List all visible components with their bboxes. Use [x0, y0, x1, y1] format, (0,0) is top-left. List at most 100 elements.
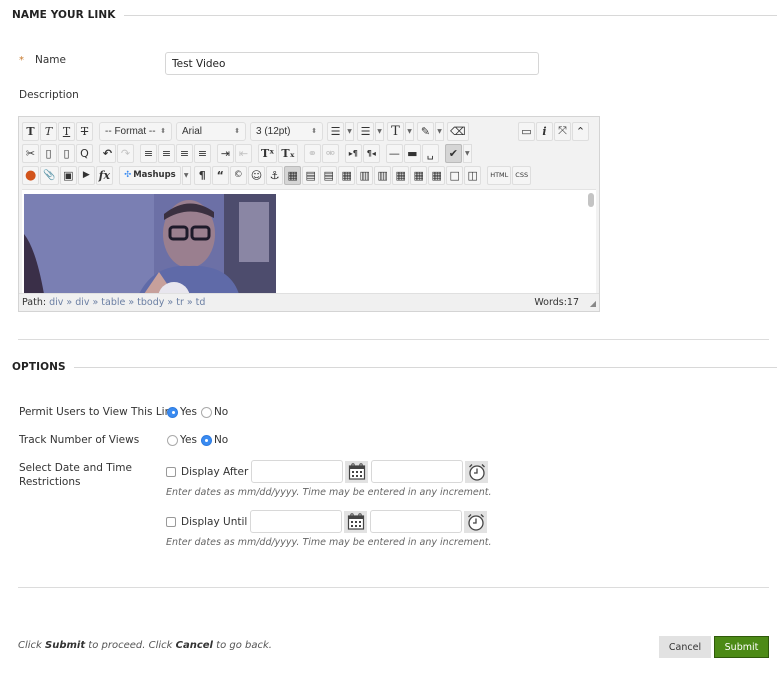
image-button[interactable]: ▣: [59, 165, 77, 185]
formula-button[interactable]: fx: [95, 165, 114, 185]
table-columns-button[interactable]: ◫: [464, 165, 482, 185]
radio-unselected[interactable]: [167, 434, 178, 446]
unlink-button[interactable]: ⚮: [321, 143, 339, 163]
table-col-after-button[interactable]: ▥: [374, 165, 392, 185]
display-until-checkbox[interactable]: [166, 516, 176, 527]
clock-button[interactable]: [464, 510, 488, 533]
eraser-button[interactable]: ⌫: [447, 121, 469, 141]
mashups-button[interactable]: ✣ Mashups: [119, 165, 181, 185]
text-color-dropdown[interactable]: ▼: [405, 121, 414, 141]
attach-button[interactable]: 📎: [40, 165, 59, 185]
table-cell-button[interactable]: □: [446, 165, 464, 185]
name-input[interactable]: [165, 52, 539, 75]
highlight-button[interactable]: ✎: [417, 121, 434, 141]
superscript-button[interactable]: Tˣ: [258, 143, 278, 163]
clock-button[interactable]: [465, 460, 489, 483]
ltr-button[interactable]: ▸¶: [344, 143, 362, 163]
collapse-button[interactable]: ⌃: [572, 121, 589, 141]
subscript-button[interactable]: Tₓ: [278, 143, 298, 163]
record-button[interactable]: ●: [22, 165, 40, 185]
table-merge-button[interactable]: ▦: [428, 165, 446, 185]
preview-button[interactable]: ▭: [518, 121, 535, 141]
info-button[interactable]: i: [536, 121, 553, 141]
copy-button[interactable]: ▯: [40, 143, 57, 163]
fullscreen-button[interactable]: ⤧: [554, 121, 571, 141]
align-center-button[interactable]: ≡: [158, 143, 175, 163]
highlight-dropdown[interactable]: ▼: [435, 121, 444, 141]
numbered-list-dropdown[interactable]: ▼: [375, 121, 384, 141]
path-item[interactable]: tr: [176, 297, 184, 308]
path-item[interactable]: div: [75, 297, 89, 308]
size-select[interactable]: 3 (12pt) ⬍: [250, 121, 323, 141]
numbered-list-button[interactable]: ☰: [357, 121, 374, 141]
table-row-before-button[interactable]: ▤: [302, 165, 320, 185]
radio-unselected[interactable]: [200, 406, 212, 418]
indent-button[interactable]: ⇥: [217, 143, 234, 163]
horizontal-rule-button[interactable]: —: [385, 143, 403, 163]
thick-rule-button[interactable]: ▬: [403, 143, 421, 163]
path-item[interactable]: td: [196, 297, 206, 308]
html-button[interactable]: HTML: [487, 165, 512, 185]
italic-button[interactable]: T: [40, 121, 57, 141]
rtl-button[interactable]: ¶◂: [362, 143, 380, 163]
format-select[interactable]: -- Format -- ⬍: [99, 121, 172, 141]
table-row-after-button[interactable]: ▤: [320, 165, 338, 185]
display-until-time-input[interactable]: [370, 510, 463, 533]
quote-button[interactable]: “: [211, 165, 229, 185]
media-button[interactable]: ▶: [77, 165, 95, 185]
paste-button[interactable]: ▯: [58, 143, 75, 163]
redo-button[interactable]: ↷: [117, 143, 134, 163]
bullet-list-dropdown[interactable]: ▼: [345, 121, 354, 141]
resize-handle-icon[interactable]: ◢: [590, 299, 596, 308]
paragraph-button[interactable]: ¶: [193, 165, 211, 185]
outdent-button[interactable]: ⇤: [235, 143, 252, 163]
cut-button[interactable]: ✂: [22, 143, 39, 163]
strikethrough-button[interactable]: T: [76, 121, 93, 141]
align-right-button[interactable]: ≡: [176, 143, 193, 163]
text-color-button[interactable]: T: [387, 121, 404, 141]
path-item[interactable]: table: [101, 297, 125, 308]
path-item[interactable]: tbody: [137, 297, 164, 308]
anchor-button[interactable]: ⚓: [266, 165, 284, 185]
display-until-date-input[interactable]: [250, 510, 343, 533]
css-button[interactable]: CSS: [512, 165, 532, 185]
table-delete-row-button[interactable]: ▦: [338, 165, 356, 185]
align-justify-button[interactable]: ≡: [194, 143, 211, 163]
link-button[interactable]: ⚭: [303, 143, 321, 163]
path-item[interactable]: div: [49, 297, 63, 308]
bold-button[interactable]: T: [22, 121, 39, 141]
spellcheck-dropdown[interactable]: ▼: [462, 143, 472, 163]
track-yes-option[interactable]: Yes: [167, 434, 197, 446]
permit-yes-option[interactable]: Yes: [167, 406, 197, 418]
bullet-list-button[interactable]: ☰: [327, 121, 344, 141]
table-button[interactable]: ▦: [284, 165, 302, 185]
underline-button[interactable]: T: [58, 121, 75, 141]
radio-selected[interactable]: [200, 434, 212, 446]
display-after-date-input[interactable]: [251, 460, 344, 483]
align-left-button[interactable]: ≡: [140, 143, 157, 163]
calendar-button[interactable]: [345, 460, 369, 483]
radio-selected[interactable]: [167, 406, 178, 418]
cancel-button[interactable]: Cancel: [659, 636, 711, 658]
table-split-button[interactable]: ▦: [410, 165, 428, 185]
table-delete-col-button[interactable]: ▦: [392, 165, 410, 185]
display-after-time-input[interactable]: [371, 460, 464, 483]
copyright-button[interactable]: ©: [229, 165, 247, 185]
mashups-dropdown[interactable]: ▼: [181, 165, 191, 185]
table-col-before-button[interactable]: ▥: [356, 165, 374, 185]
nonbreaking-space-button[interactable]: ␣: [421, 143, 439, 163]
editor-scrollbar[interactable]: [588, 193, 594, 207]
calendar-button[interactable]: [344, 510, 368, 533]
undo-button[interactable]: ↶: [99, 143, 116, 163]
permit-no-option[interactable]: No: [200, 406, 228, 418]
display-after-checkbox[interactable]: [166, 466, 176, 477]
track-no-option[interactable]: No: [200, 434, 228, 446]
find-button[interactable]: Q: [76, 143, 93, 163]
submit-button[interactable]: Submit: [714, 636, 769, 658]
spellcheck-button[interactable]: ✔: [444, 143, 462, 163]
divider: [73, 366, 777, 368]
video-thumbnail[interactable]: [24, 194, 276, 293]
emoticon-button[interactable]: ☺: [247, 165, 266, 185]
font-select[interactable]: Arial ⬍: [176, 121, 246, 141]
editor-content-area[interactable]: [22, 189, 596, 293]
